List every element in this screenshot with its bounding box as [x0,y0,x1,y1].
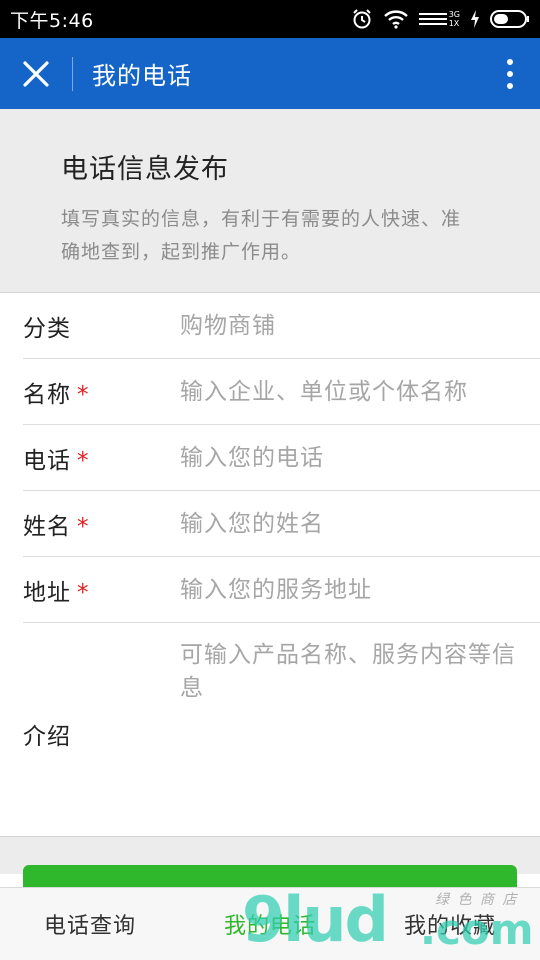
app-bar-divider [72,56,73,91]
signal-icon: 3G 1X [418,10,460,28]
more-vertical-icon [507,58,513,89]
required-mark: * [77,513,90,540]
page-title: 我的电话 [92,62,192,90]
app-bar: 我的电话 [0,38,540,109]
company-name-input[interactable] [180,378,540,405]
form-row-name: 名称 * [23,359,540,425]
intro-panel: 电话信息发布 填写真实的信息，有利于有需要的人快速、准确地查到，起到推广作用。 [0,109,540,292]
status-time: 下午5:46 [10,9,94,32]
required-mark: * [77,579,90,606]
status-icons: 3G 1X [351,8,530,30]
battery-icon [490,9,530,29]
tab-phone-search[interactable]: 电话查询 [0,888,180,960]
form-row-contact-name: 姓名 * [23,491,540,557]
required-mark: * [77,447,90,474]
status-bar: 下午5:46 3G 1X [0,0,540,38]
phone-label: 电话 * [23,447,90,474]
category-label: 分类 [23,315,71,342]
address-label: 地址 * [23,579,90,606]
bottom-tab-bar: 电话查询 我的电话 我的收藏 [0,887,540,960]
close-button[interactable] [0,38,72,109]
form-row-category: 分类 [23,293,540,359]
tab-my-phone[interactable]: 我的电话 [180,888,360,960]
wifi-icon [383,9,409,29]
tab-my-favorites[interactable]: 我的收藏 [360,888,540,960]
introduction-label: 介绍 [23,724,71,750]
charging-icon [470,10,480,28]
address-input[interactable] [180,576,540,603]
phone-input[interactable] [180,444,540,471]
required-mark: * [77,381,90,408]
intro-description: 填写真实的信息，有利于有需要的人快速、准确地查到，起到推广作用。 [61,208,462,263]
publish-form: 分类 名称* 电话* 姓名* 地址* 介绍 [0,292,540,836]
close-icon [23,60,49,87]
form-row-phone: 电话 * [23,425,540,491]
more-button[interactable] [480,38,540,109]
alarm-icon [351,8,373,30]
network-type-top: 3G [448,10,460,19]
form-row-introduction: 介绍 [23,623,540,837]
contact-name-input[interactable] [180,510,540,537]
network-type-bottom: 1X [448,19,460,28]
introduction-textarea[interactable] [180,639,530,819]
category-select[interactable] [180,312,540,339]
intro-title: 电话信息发布 [61,154,229,185]
form-row-address: 地址 * [23,557,540,623]
name-label: 名称 * [23,381,90,408]
contact-name-label: 姓名 * [23,513,90,540]
